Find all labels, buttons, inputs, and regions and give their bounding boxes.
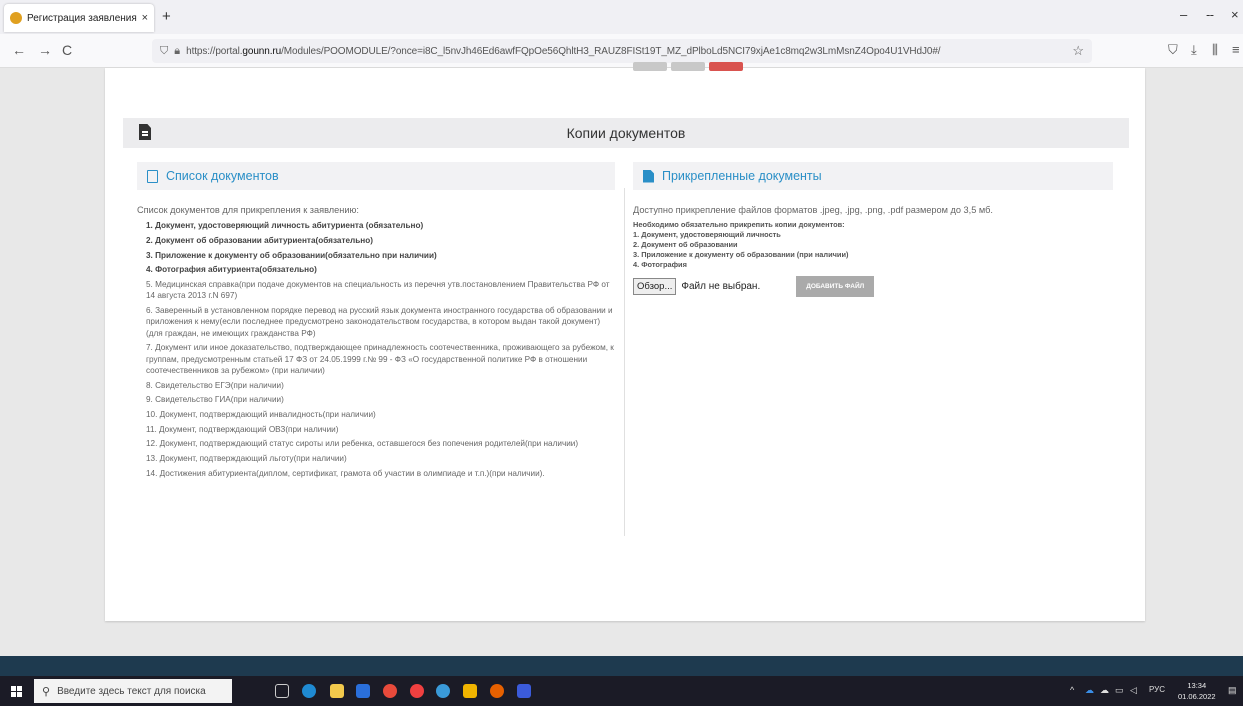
- browser-tab[interactable]: Регистрация заявления | Порт ×: [4, 4, 154, 32]
- list-item: 10. Документ, подтверждающий инвалидност…: [146, 409, 376, 419]
- list-item: 14. Достижения абитуриента(диплом, серти…: [146, 468, 545, 478]
- chart-app-icon[interactable]: [463, 684, 477, 698]
- required-document-item: 4. Фотография: [633, 260, 687, 269]
- app-icon[interactable]: [517, 684, 531, 698]
- top-button[interactable]: [671, 62, 705, 71]
- menu-icon[interactable]: ≡: [1232, 42, 1240, 57]
- maximize-button[interactable]: ⵧ: [1206, 7, 1214, 23]
- attached-documents-header: Прикрепленные документы: [633, 162, 1113, 190]
- onedrive-icon[interactable]: ☁: [1085, 685, 1094, 696]
- file-upload-row: Обзор... Файл не выбран. ДОБАВИТЬ ФАЙЛ: [633, 276, 1113, 297]
- edge-browser-icon[interactable]: [302, 684, 316, 698]
- lock-icon: 🔒︎: [174, 44, 181, 57]
- pocket-icon[interactable]: ⛉: [1168, 42, 1178, 58]
- shield-icon: ⛉: [160, 44, 169, 57]
- list-item: 13. Документ, подтверждающий льготу(при …: [146, 454, 347, 464]
- task-view-icon[interactable]: [275, 684, 289, 698]
- file-solid-icon: [643, 169, 654, 183]
- file-status-text: Файл не выбран.: [681, 281, 761, 292]
- language-indicator[interactable]: РУС: [1149, 685, 1165, 694]
- network-icon[interactable]: ▭: [1115, 685, 1124, 696]
- taskbar-search[interactable]: ⚲ Введите здесь текст для поиска: [34, 679, 232, 703]
- documents-list: Список документов для прикрепления к зая…: [137, 205, 615, 479]
- list-item: 12. Документ, подтверждающий статус сиро…: [146, 439, 579, 449]
- reload-button[interactable]: C: [62, 42, 72, 58]
- forward-button[interactable]: →: [38, 42, 52, 58]
- tab-title: Регистрация заявления | Порт: [27, 12, 138, 24]
- back-button[interactable]: ←: [12, 42, 26, 58]
- browser-nav-bar: ← → C ⛉ 🔒︎ https://portal.gounn.ru/Modul…: [0, 34, 1243, 68]
- firefox-icon[interactable]: [490, 684, 504, 698]
- file-outline-icon: [147, 169, 158, 183]
- taskbar-clock[interactable]: 13:34 01.06.2022: [1178, 680, 1216, 702]
- documents-list-title: Список документов: [166, 169, 279, 183]
- file-formats-note: Доступно прикрепление файлов форматов .j…: [633, 205, 993, 215]
- documents-list-intro: Список документов для прикрепления к зая…: [137, 205, 359, 215]
- documents-list-panel: Список документов Список документов для …: [137, 162, 615, 482]
- list-item: 3. Приложение к документу об образовании…: [146, 250, 437, 260]
- volume-icon[interactable]: ◁: [1130, 685, 1137, 696]
- tab-close-icon[interactable]: ×: [142, 12, 148, 24]
- document-icon: [139, 124, 151, 140]
- download-icon[interactable]: ⤓: [1191, 42, 1197, 58]
- list-item: 7. Документ или иное доказательство, под…: [146, 343, 614, 375]
- windows-start-icon[interactable]: [11, 686, 22, 697]
- top-button-danger[interactable]: [709, 62, 743, 71]
- yandex-browser-icon[interactable]: [383, 684, 397, 698]
- column-divider: [624, 188, 625, 536]
- list-item: 6. Заверенный в установленном порядке пе…: [146, 306, 613, 338]
- attached-documents-panel: Прикрепленные документы Доступно прикреп…: [633, 162, 1113, 297]
- tray-chevron-icon[interactable]: ^: [1070, 685, 1074, 695]
- section-header: Копии документов: [123, 118, 1129, 148]
- library-icon[interactable]: ⫼: [1212, 42, 1218, 58]
- list-item: 4. Фотография абитуриента(обязательно): [146, 265, 317, 275]
- list-item: 11. Документ, подтверждающий ОВЗ(при нал…: [146, 424, 339, 434]
- content-card: Копии документов Список документов Списо…: [105, 62, 1145, 621]
- minimize-button[interactable]: –: [1180, 7, 1187, 22]
- add-file-button[interactable]: ДОБАВИТЬ ФАЙЛ: [796, 276, 875, 297]
- required-document-item: 1. Документ, удостоверяющий личность: [633, 230, 781, 239]
- browser-tab-bar: Регистрация заявления | Порт × + – ⵧ ×: [0, 0, 1243, 34]
- close-window-button[interactable]: ×: [1231, 7, 1239, 22]
- site-favicon-icon: [10, 12, 22, 24]
- bookmark-star-icon[interactable]: ☆: [1072, 43, 1084, 59]
- required-document-item: 3. Приложение к документу об образовании…: [633, 250, 849, 259]
- address-bar[interactable]: ⛉ 🔒︎ https://portal.gounn.ru/Modules/POO…: [152, 39, 1092, 63]
- documents-list-header: Список документов: [137, 162, 615, 190]
- list-item: 8. Свидетельство ЕГЭ(при наличии): [146, 380, 284, 390]
- windows-taskbar: ⚲ Введите здесь текст для поиска ^ ☁ ☁ ▭…: [0, 676, 1243, 706]
- attached-documents-info: Доступно прикрепление файлов форматов .j…: [633, 205, 1113, 270]
- required-documents-title: Необходимо обязательно прикрепить копии …: [633, 220, 845, 229]
- list-item: 2. Документ об образовании абитуриента(о…: [146, 235, 373, 245]
- required-document-item: 2. Документ об образовании: [633, 240, 738, 249]
- taskbar-search-placeholder: Введите здесь текст для поиска: [57, 685, 206, 697]
- cloud-icon[interactable]: ☁: [1100, 685, 1109, 696]
- clock-date: 01.06.2022: [1178, 692, 1216, 701]
- attached-documents-title: Прикрепленные документы: [662, 169, 822, 183]
- section-title: Копии документов: [566, 125, 686, 141]
- yandex-icon[interactable]: [410, 684, 424, 698]
- clock-time: 13:34: [1187, 681, 1207, 690]
- top-button[interactable]: [633, 62, 667, 71]
- list-item: 5. Медицинская справка(при подаче докуме…: [146, 280, 610, 301]
- list-item: 9. Свидетельство ГИА(при наличии): [146, 395, 284, 405]
- new-tab-button[interactable]: +: [162, 8, 171, 25]
- search-icon: ⚲: [42, 685, 51, 698]
- app-icon[interactable]: [436, 684, 450, 698]
- url-text: https://portal.gounn.ru/Modules/POOMODUL…: [186, 45, 941, 57]
- notifications-icon[interactable]: ▤: [1228, 685, 1237, 696]
- file-explorer-icon[interactable]: [330, 684, 344, 698]
- page-content: Копии документов Список документов Списо…: [0, 62, 1243, 706]
- browse-file-button[interactable]: Обзор...: [633, 278, 677, 295]
- list-item: 1. Документ, удостоверяющий личность аби…: [146, 221, 424, 231]
- store-icon[interactable]: [356, 684, 370, 698]
- top-button-group: [633, 62, 743, 71]
